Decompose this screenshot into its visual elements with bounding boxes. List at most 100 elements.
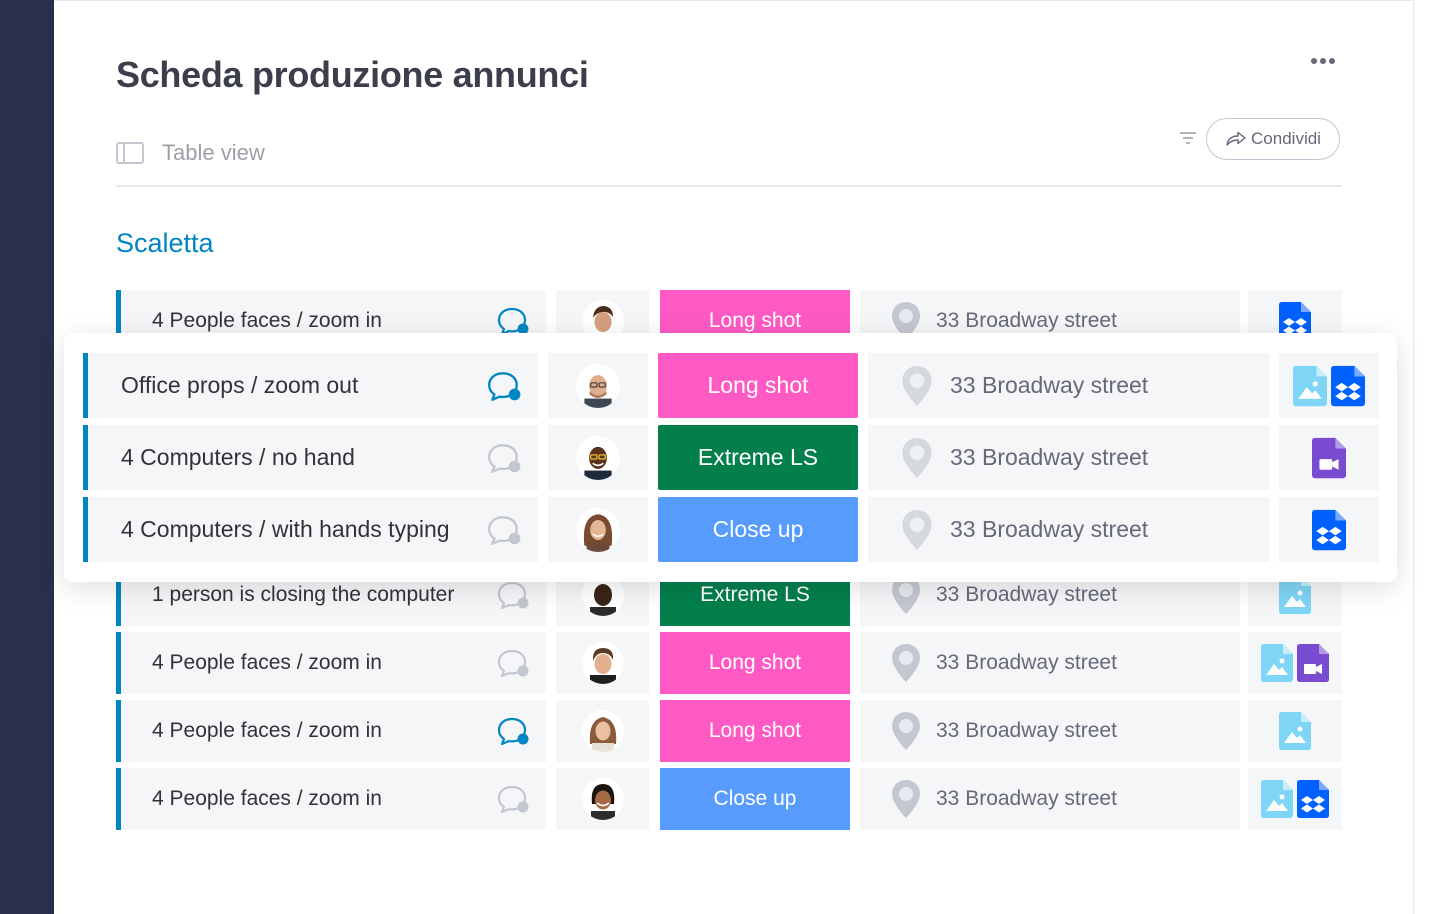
updates-icon[interactable] [496,784,530,814]
item-name-cell[interactable]: 4 People faces / zoom in [116,632,546,694]
person-cell[interactable] [556,700,649,762]
location-pin-icon [902,509,932,550]
files-cell[interactable] [1279,497,1379,562]
avatar [581,642,624,684]
avatar [576,435,620,480]
status-cell[interactable]: Long shot [660,632,850,694]
image-file-icon[interactable] [1261,780,1293,818]
status-cell[interactable]: Close up [660,768,850,830]
files-cell[interactable] [1248,700,1342,762]
updates-icon[interactable] [486,442,522,474]
updates-active-icon[interactable] [496,716,530,746]
location-pin-icon [892,644,920,682]
dropbox-file-icon[interactable] [1331,365,1365,407]
location-text: 33 Broadway street [950,444,1149,470]
updates-icon[interactable] [486,514,522,546]
item-name: 4 People faces / zoom in [152,719,382,742]
location-text: 33 Broadway street [936,787,1117,810]
avatar [576,507,620,552]
files-cell[interactable] [1279,353,1379,418]
location-text: 33 Broadway street [936,651,1117,674]
table-row[interactable]: 4 People faces / zoom in Long shot 33 Br… [116,632,1342,694]
updates-active-icon[interactable] [486,370,522,402]
location-text: 33 Broadway street [950,372,1149,398]
person-cell[interactable] [556,632,649,694]
status-label: Close up [712,516,804,542]
location-cell[interactable]: 33 Broadway street [860,632,1240,694]
table-view-icon [116,142,144,164]
more-options-icon[interactable] [1311,58,1335,64]
status-cell[interactable]: Long shot [660,700,850,762]
location-pin-icon [892,712,920,750]
status-cell[interactable]: Close up [658,497,858,562]
video-file-icon[interactable] [1312,437,1346,479]
updates-icon[interactable] [496,648,530,678]
status-label: Close up [713,787,797,810]
item-name-cell[interactable]: Office props / zoom out [83,353,538,418]
item-name-cell[interactable]: 4 People faces / zoom in [116,700,546,762]
share-arrow-icon [1226,131,1246,146]
status-label: Extreme LS [700,583,810,606]
table-view-label: Table view [162,140,265,165]
filter-icon[interactable] [1178,130,1198,146]
share-label: Condividi [1251,129,1321,148]
status-cell[interactable]: Long shot [658,353,858,418]
item-name-cell[interactable]: 4 People faces / zoom in [116,768,546,830]
table-view-tab[interactable]: Table view [116,140,265,166]
image-file-icon[interactable] [1261,644,1293,682]
status-label: Extreme LS [697,444,819,470]
updates-icon[interactable] [496,580,530,610]
image-file-icon[interactable] [1293,365,1327,407]
location-text: 33 Broadway street [950,516,1149,542]
highlighted-rows-card: Office props / zoom out Long shot 33 Bro… [64,333,1397,582]
table-row[interactable]: 4 People faces / zoom in Long shot 33 Br… [116,700,1342,762]
status-cell[interactable]: Extreme LS [658,425,858,490]
item-name: 4 People faces / zoom in [152,651,382,674]
group-title[interactable]: Scaletta [116,228,214,259]
person-cell[interactable] [556,768,649,830]
location-cell[interactable]: 33 Broadway street [868,353,1270,418]
location-pin-icon [902,365,932,406]
table-row[interactable]: 4 People faces / zoom in Close up 33 Bro… [116,768,1342,830]
avatar [581,778,624,820]
files-cell[interactable] [1248,632,1342,694]
item-name-cell[interactable]: 4 Computers / no hand [83,425,538,490]
left-nav-sidebar [0,0,54,914]
person-cell[interactable] [548,425,648,490]
location-text: 33 Broadway street [936,309,1117,332]
location-cell[interactable]: 33 Broadway street [868,497,1270,562]
item-name: 4 Computers / with hands typing [121,516,450,542]
person-cell[interactable] [548,353,648,418]
files-cell[interactable] [1248,768,1342,830]
avatar [581,710,624,752]
location-cell[interactable]: 33 Broadway street [868,425,1270,490]
share-button[interactable]: Condividi [1206,118,1340,160]
location-text: 33 Broadway street [936,583,1117,606]
location-pin-icon [902,437,932,478]
location-pin-icon [892,780,920,818]
table-row[interactable]: Office props / zoom out Long shot 33 Bro… [83,353,1379,418]
status-label: Long shot [707,372,809,398]
header-divider [116,185,1342,187]
updates-active-icon[interactable] [496,306,530,336]
item-name: 4 Computers / no hand [121,444,355,470]
dropbox-file-icon[interactable] [1297,780,1329,818]
table-row[interactable]: 4 Computers / no hand Extreme LS 33 Broa… [83,425,1379,490]
location-cell[interactable]: 33 Broadway street [860,768,1240,830]
status-label: Long shot [708,651,802,674]
item-name: 4 People faces / zoom in [152,787,382,810]
person-cell[interactable] [548,497,648,562]
files-cell[interactable] [1279,425,1379,490]
image-file-icon[interactable] [1279,712,1311,750]
item-name: 1 person is closing the computer [152,583,455,606]
status-label: Long shot [708,309,802,332]
location-text: 33 Broadway street [936,719,1117,742]
board-title[interactable]: Scheda produzione annunci [116,54,589,96]
status-label: Long shot [708,719,802,742]
video-file-icon[interactable] [1297,644,1329,682]
item-name: Office props / zoom out [121,372,359,398]
table-row[interactable]: 4 Computers / with hands typing Close up… [83,497,1379,562]
item-name-cell[interactable]: 4 Computers / with hands typing [83,497,538,562]
location-cell[interactable]: 33 Broadway street [860,700,1240,762]
dropbox-file-icon[interactable] [1312,509,1346,551]
